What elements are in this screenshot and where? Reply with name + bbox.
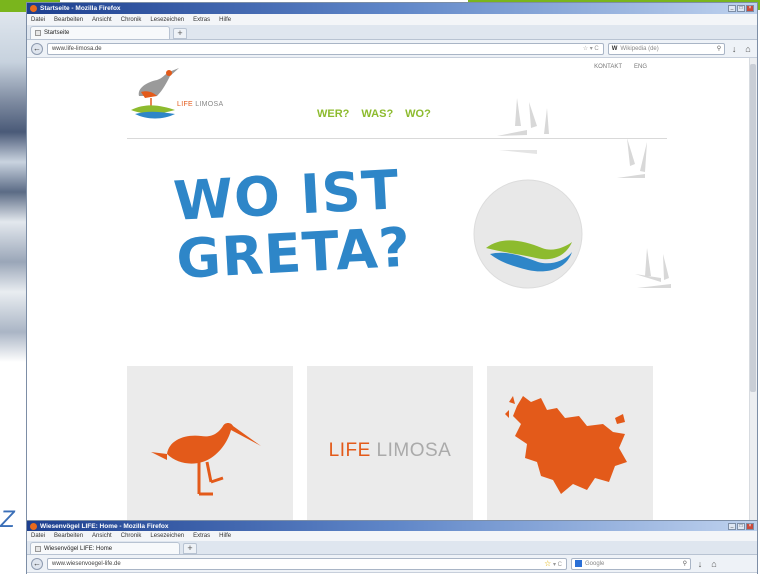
tab-bar: Startseite + <box>27 25 757 40</box>
menu-item-bearbeiten[interactable]: Bearbeiten <box>54 17 83 23</box>
logo-wordmark[interactable]: LIFE LIMOSA <box>177 101 224 108</box>
menu-bar-2: Datei Bearbeiten Ansicht Chronik Lesezei… <box>27 531 757 541</box>
search-placeholder-2: Google <box>585 560 605 567</box>
url-text: www.life-limosa.de <box>51 45 102 52</box>
home-icon-2[interactable]: ⌂ <box>709 559 719 569</box>
nav-wer[interactable]: WER? <box>317 108 349 120</box>
slide-letter-fragment: Z <box>0 506 15 533</box>
tab-bar-2: Wiesenvögel LIFE: Home + <box>27 541 757 555</box>
menu-item-lesezeichen-2[interactable]: Lesezeichen <box>150 533 184 539</box>
minimize-icon-2[interactable]: _ <box>728 522 736 530</box>
scrollbar-thumb[interactable] <box>750 64 756 392</box>
nav-kontakt[interactable]: KONTAKT <box>594 64 622 70</box>
menu-item-chronik-2[interactable]: Chronik <box>121 533 142 539</box>
download-icon-2[interactable]: ↓ <box>695 559 705 569</box>
minimize-icon[interactable]: _ <box>728 5 736 12</box>
close-icon[interactable]: × <box>746 5 754 12</box>
card-map[interactable] <box>487 366 653 522</box>
menu-item-ansicht[interactable]: Ansicht <box>92 17 112 23</box>
card-life-limosa-label: LIFE LIMOSA <box>307 440 473 462</box>
search-bar[interactable]: W Wikipedia (de) ⚲ <box>607 42 726 55</box>
tab-label: Startseite <box>44 30 70 36</box>
godwit-bird-icon <box>151 423 261 496</box>
tab-label-2: Wiesenvögel LIFE: Home <box>44 545 113 552</box>
maximize-icon-2[interactable]: □ <box>737 522 745 530</box>
close-icon-2[interactable]: × <box>746 522 754 530</box>
menu-item-datei[interactable]: Datei <box>31 17 45 23</box>
search-icon[interactable]: ⚲ <box>717 45 721 52</box>
new-tab-button-2[interactable]: + <box>183 543 197 554</box>
headline-line-2: GRETA? <box>174 215 413 291</box>
download-icon[interactable]: ↓ <box>729 44 739 54</box>
menu-item-hilfe-2[interactable]: Hilfe <box>219 533 231 539</box>
browser-window: Startseite - Mozilla Firefox _ □ × Datei… <box>26 2 758 522</box>
top-navigation: KONTAKT ENG <box>594 64 647 70</box>
navigation-bar: ← www.life-limosa.de ☆ ▾ C W Wikipedia (… <box>27 40 757 58</box>
menu-item-ansicht-2[interactable]: Ansicht <box>92 533 112 539</box>
bookmark-star-icon[interactable]: ☆ <box>544 559 551 568</box>
card-limosa-text: LIMOSA <box>376 440 452 461</box>
menu-item-datei-2[interactable]: Datei <box>31 533 45 539</box>
home-icon[interactable]: ⌂ <box>743 44 753 54</box>
menu-item-bearbeiten-2[interactable]: Bearbeiten <box>54 533 83 539</box>
back-button[interactable]: ← <box>31 42 43 55</box>
circle-emblem <box>473 179 583 289</box>
logo-limosa-text: LIMOSA <box>195 101 224 108</box>
nav-was[interactable]: WAS? <box>361 108 393 120</box>
window-controls-2: _ □ × <box>728 522 754 530</box>
background-photo-strip <box>0 12 26 512</box>
search-placeholder: Wikipedia (de) <box>620 45 659 52</box>
window-title: Startseite - Mozilla Firefox <box>40 5 121 12</box>
title-bar[interactable]: Startseite - Mozilla Firefox _ □ × <box>27 3 757 14</box>
new-tab-button[interactable]: + <box>173 28 187 39</box>
nav-wo[interactable]: WO? <box>405 108 431 120</box>
search-bar-2[interactable]: Google ⚲ <box>571 557 691 570</box>
menu-item-extras-2[interactable]: Extras <box>193 533 210 539</box>
tab-startseite[interactable]: Startseite <box>30 26 170 39</box>
firefox-icon <box>30 5 37 12</box>
url-text-2: www.wiesenvoegel-life.de <box>52 560 121 567</box>
address-bar[interactable]: www.life-limosa.de ☆ ▾ C <box>46 42 604 55</box>
main-navigation: WER? WAS? WO? <box>317 108 431 120</box>
card-bird[interactable] <box>127 366 293 522</box>
tab-wiesenvoegel[interactable]: Wiesenvögel LIFE: Home <box>30 542 180 554</box>
menu-item-extras[interactable]: Extras <box>193 17 210 23</box>
menu-item-chronik[interactable]: Chronik <box>121 17 142 23</box>
life-limosa-logo-bird[interactable] <box>127 66 227 126</box>
page-favicon-icon <box>35 30 41 36</box>
card-life-limosa[interactable]: LIFE LIMOSA <box>307 366 473 522</box>
menu-item-lesezeichen[interactable]: Lesezeichen <box>150 17 184 23</box>
title-bar-2[interactable]: Wiesenvögel LIFE: Home - Mozilla Firefox… <box>27 521 757 531</box>
menu-bar: Datei Bearbeiten Ansicht Chronik Lesezei… <box>27 14 757 25</box>
google-engine-icon[interactable] <box>575 560 582 567</box>
firefox-icon-2 <box>30 522 37 530</box>
window-controls: _ □ × <box>728 5 754 12</box>
schleswig-holstein-map-icon <box>505 396 627 494</box>
nav-eng[interactable]: ENG <box>634 64 647 70</box>
logo-life-text: LIFE <box>177 101 193 108</box>
page-favicon-icon-2 <box>35 545 41 552</box>
navigation-bar-2: ← www.wiesenvoegel-life.de ☆ ▾ C Google … <box>27 555 757 573</box>
maximize-icon[interactable]: □ <box>737 5 745 12</box>
hero-headline: WO IST GRETA? <box>172 158 448 291</box>
reload-star-icons[interactable]: ☆ ▾ C <box>583 45 599 52</box>
window-title-2: Wiesenvögel LIFE: Home - Mozilla Firefox <box>40 522 169 530</box>
menu-item-hilfe[interactable]: Hilfe <box>219 17 231 23</box>
card-life-text: LIFE <box>328 440 371 461</box>
search-icon-2[interactable]: ⚲ <box>683 560 687 567</box>
page-viewport: LIFE LIMOSA KONTAKT ENG WER? WAS? WO? WO… <box>27 58 757 522</box>
back-button-2[interactable]: ← <box>31 557 43 570</box>
vertical-scrollbar[interactable] <box>749 58 757 522</box>
reload-star-icons-2[interactable]: ☆ ▾ C <box>544 559 562 568</box>
address-bar-2[interactable]: www.wiesenvoegel-life.de ☆ ▾ C <box>47 557 567 570</box>
browser-window-2: Wiesenvögel LIFE: Home - Mozilla Firefox… <box>26 520 758 574</box>
wikipedia-engine-icon[interactable]: W <box>612 46 618 52</box>
